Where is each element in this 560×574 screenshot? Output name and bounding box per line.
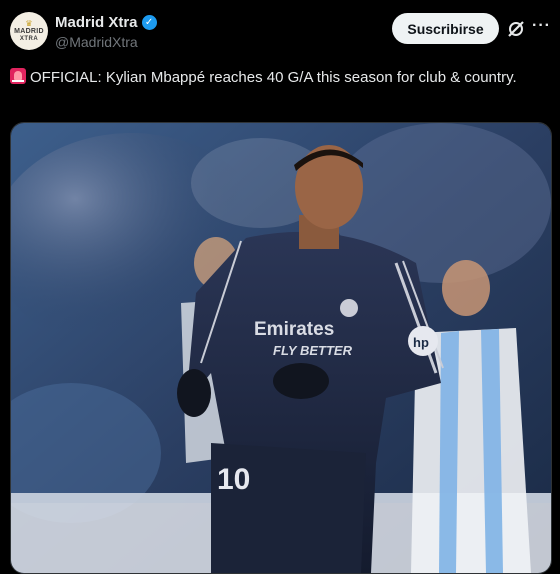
tweet-media-photo[interactable]: Emirates FLY BETTER hp 10 bbox=[10, 122, 552, 574]
siren-icon bbox=[10, 68, 26, 84]
shorts-number: 10 bbox=[217, 463, 250, 496]
shirt-sponsor-line2: FLY BETTER bbox=[273, 343, 353, 358]
avatar-line1: MADRID bbox=[14, 28, 44, 35]
grok-icon[interactable] bbox=[506, 19, 526, 39]
avatar-line2: XTRA bbox=[19, 36, 39, 42]
account-info: Madrid Xtra ✓ @MadridXtra bbox=[55, 14, 157, 50]
crown-icon: ♛ bbox=[25, 19, 33, 28]
tweet-body: OFFICIAL: Kylian Mbappé reaches 40 G/A t… bbox=[30, 69, 517, 86]
more-icon[interactable]: ··· bbox=[532, 17, 551, 35]
display-name[interactable]: Madrid Xtra bbox=[55, 14, 138, 31]
tweet-header: ♛ MADRID XTRA Madrid Xtra ✓ @MadridXtra … bbox=[0, 0, 560, 66]
verified-badge-icon: ✓ bbox=[141, 15, 157, 30]
player-photo: Emirates FLY BETTER hp 10 bbox=[11, 123, 551, 573]
handle[interactable]: @MadridXtra bbox=[55, 34, 157, 50]
shirt-sponsor-line1: Emirates bbox=[254, 319, 334, 340]
avatar[interactable]: ♛ MADRID XTRA bbox=[10, 12, 48, 50]
subscribe-button[interactable]: Suscribirse bbox=[392, 13, 499, 44]
svg-text:hp: hp bbox=[413, 335, 429, 350]
tweet-text: OFFICIAL: Kylian Mbappé reaches 40 G/A t… bbox=[10, 67, 540, 89]
